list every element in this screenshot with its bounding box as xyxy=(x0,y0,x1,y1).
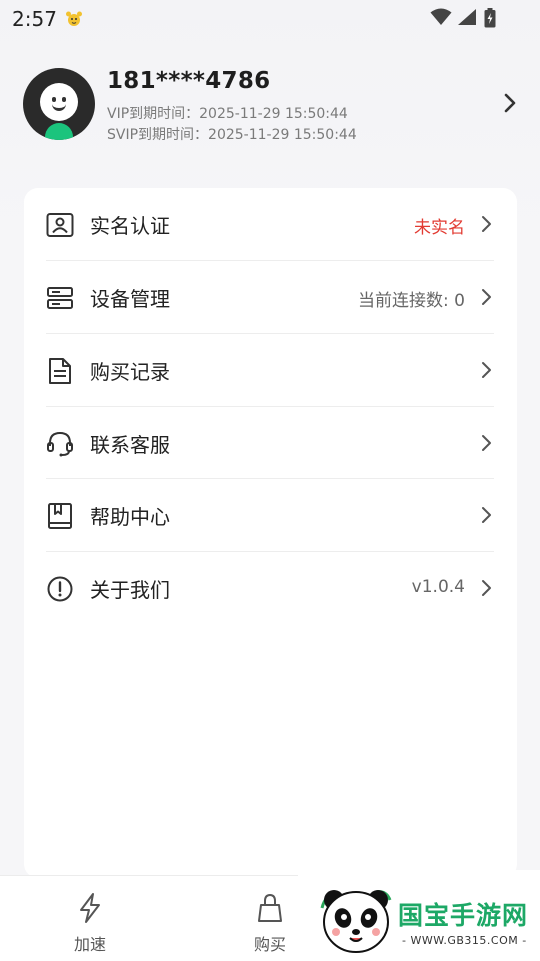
chevron-right-icon xyxy=(482,435,491,451)
menu-item-about-us[interactable]: 关于我们 v1.0.4 xyxy=(24,552,517,624)
device-icon xyxy=(47,287,73,309)
document-icon xyxy=(49,358,71,384)
nav-tab-accelerate[interactable]: 加速 xyxy=(30,876,150,961)
watermark-site-name: 国宝手游网 xyxy=(398,901,529,930)
profile-chevron-right-icon[interactable] xyxy=(500,92,520,114)
avatar-eye xyxy=(52,97,56,102)
id-card-icon xyxy=(46,213,74,237)
book-icon xyxy=(48,503,72,529)
avatar-body xyxy=(45,123,73,140)
panda-logo-icon xyxy=(320,890,392,953)
nav-tab-label: 加速 xyxy=(73,935,106,954)
notification-app-icon xyxy=(66,11,82,26)
headset-icon xyxy=(47,431,73,457)
status-bar: 2:57 xyxy=(0,0,540,38)
menu-item-label: 联系客服 xyxy=(90,433,170,457)
vip-expiry-text: VIP到期时间：2025-11-29 15:50:44 xyxy=(107,106,348,122)
watermark: 国宝手游网 - WWW.GB315.COM - xyxy=(298,870,540,960)
verification-status-text: 未实名 xyxy=(414,218,465,238)
menu-item-label: 帮助中心 xyxy=(90,505,170,529)
chevron-right-icon xyxy=(482,289,491,305)
menu-item-label: 设备管理 xyxy=(90,287,170,311)
avatar-smile xyxy=(52,103,66,111)
menu-item-contact-support[interactable]: 联系客服 xyxy=(24,407,517,479)
menu-item-real-name-verification[interactable]: 实名认证 未实名 xyxy=(24,188,517,260)
wifi-icon xyxy=(430,8,452,30)
chevron-right-icon xyxy=(482,580,491,596)
connection-count-text: 当前连接数: 0 xyxy=(358,291,465,311)
info-icon xyxy=(47,576,73,602)
avatar-eye xyxy=(62,97,66,102)
status-time: 2:57 xyxy=(12,7,57,31)
cellular-signal-icon xyxy=(457,8,477,30)
user-phone-number[interactable]: 181****4786 xyxy=(107,68,270,94)
chevron-right-icon xyxy=(482,362,491,378)
battery-icon xyxy=(484,8,496,32)
menu-item-purchase-history[interactable]: 购买记录 xyxy=(24,334,517,406)
settings-menu-card: 实名认证 未实名 设备管理 当前连接数: 0 购买记录 联系客服 帮助中心 关于… xyxy=(24,188,517,878)
menu-item-label: 购买记录 xyxy=(90,360,170,384)
menu-item-help-center[interactable]: 帮助中心 xyxy=(24,479,517,551)
menu-item-device-management[interactable]: 设备管理 当前连接数: 0 xyxy=(24,261,517,333)
menu-item-label: 关于我们 xyxy=(90,578,170,602)
shopping-bag-icon xyxy=(258,893,282,922)
app-version-text: v1.0.4 xyxy=(411,577,465,597)
svip-expiry-text: SVIP到期时间：2025-11-29 15:50:44 xyxy=(107,127,357,143)
avatar[interactable] xyxy=(23,68,95,140)
lightning-icon xyxy=(80,893,100,923)
chevron-right-icon xyxy=(482,507,491,523)
chevron-right-icon xyxy=(482,216,491,232)
watermark-url: - WWW.GB315.COM - xyxy=(402,934,527,947)
avatar-face xyxy=(40,83,78,121)
menu-item-label: 实名认证 xyxy=(90,214,170,238)
